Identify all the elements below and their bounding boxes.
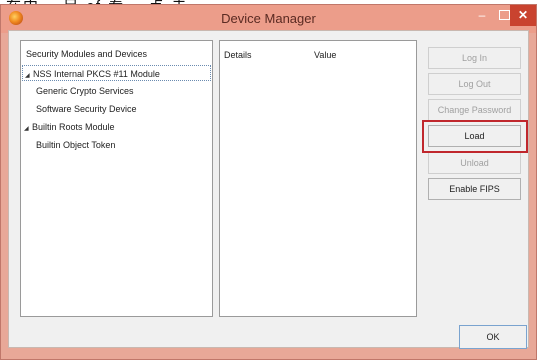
- ok-button[interactable]: OK: [459, 325, 527, 349]
- expand-arrow-icon[interactable]: ◢: [24, 121, 32, 137]
- tree-item-label: Software Security Device: [36, 104, 137, 114]
- enable-fips-button[interactable]: Enable FIPS: [428, 178, 521, 200]
- window-title: Device Manager: [221, 11, 316, 26]
- tree-item-label: Builtin Object Token: [36, 140, 116, 150]
- load-button[interactable]: Load: [428, 125, 521, 147]
- tree-item-nss-internal-module[interactable]: ◢ NSS Internal PKCS #11 Module: [22, 65, 211, 81]
- tree-item-builtin-object-token[interactable]: Builtin Object Token: [22, 137, 115, 153]
- close-button[interactable]: ✕: [510, 5, 536, 26]
- column-header-details[interactable]: Details: [224, 50, 252, 60]
- tree-item-generic-crypto-services[interactable]: Generic Crypto Services: [22, 83, 134, 99]
- column-header-value[interactable]: Value: [314, 50, 336, 60]
- unload-button[interactable]: Unload: [428, 152, 521, 174]
- tree-item-label: Generic Crypto Services: [36, 86, 134, 96]
- details-list[interactable]: Details Value: [219, 40, 417, 317]
- log-out-button[interactable]: Log Out: [428, 73, 521, 95]
- tree-item-builtin-roots-module[interactable]: ◢ Builtin Roots Module: [22, 119, 115, 135]
- title-bar: Device Manager – ✕: [1, 5, 536, 33]
- tree-item-label: Builtin Roots Module: [32, 122, 115, 132]
- log-in-button[interactable]: Log In: [428, 47, 521, 69]
- expand-arrow-icon[interactable]: ◢: [25, 68, 33, 84]
- tree-header: Security Modules and Devices: [26, 49, 148, 59]
- tree-item-software-security-device[interactable]: Software Security Device: [22, 101, 137, 117]
- tree-item-label: NSS Internal PKCS #11 Module: [33, 69, 160, 79]
- change-password-button[interactable]: Change Password: [428, 99, 521, 121]
- minimize-button[interactable]: –: [471, 5, 493, 26]
- security-modules-tree[interactable]: Security Modules and Devices ◢ NSS Intern…: [20, 40, 213, 317]
